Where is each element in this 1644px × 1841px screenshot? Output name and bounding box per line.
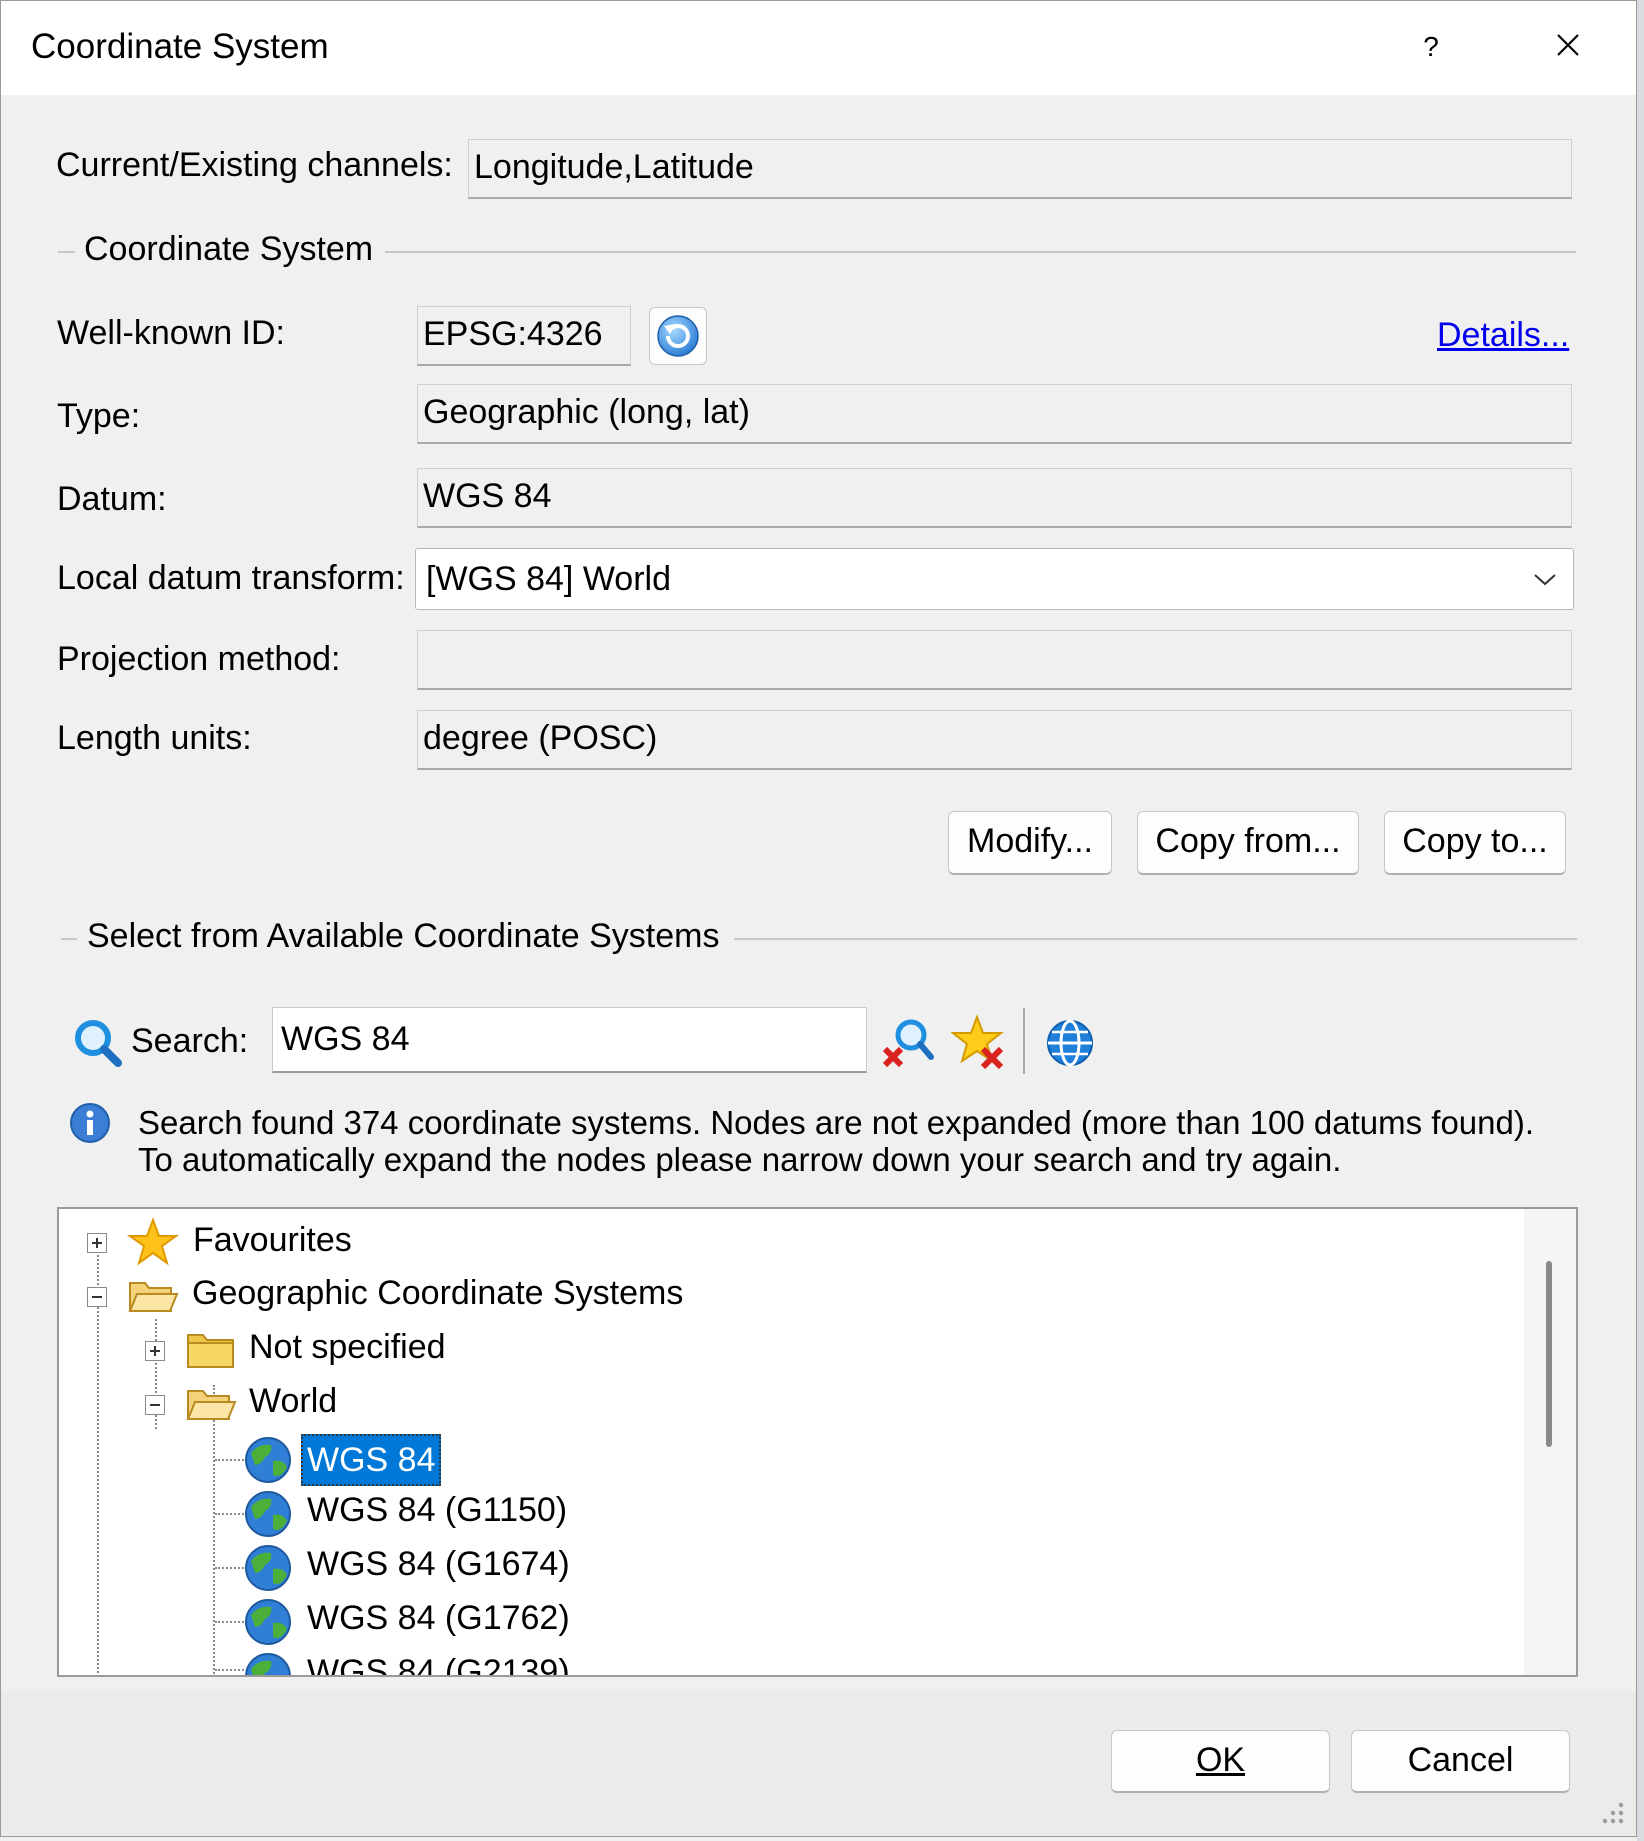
info-message-line1: Search found 374 coordinate systems. Nod… bbox=[138, 1104, 1535, 1141]
open-folder-icon bbox=[128, 1282, 179, 1312]
channels-field: Longitude,Latitude bbox=[468, 139, 1572, 199]
globe-icon bbox=[245, 1653, 291, 1675]
local-datum-label: Local datum transform: bbox=[57, 559, 405, 597]
title-bar: Coordinate System ? bbox=[1, 1, 1636, 95]
group-line-right bbox=[385, 251, 1576, 253]
reset-wkid-button[interactable] bbox=[649, 307, 707, 365]
clear-search-icon[interactable] bbox=[879, 1013, 937, 1071]
globe-icon bbox=[245, 1437, 291, 1483]
tree-item-wgs84-g1762[interactable]: WGS 84 (G1762) bbox=[307, 1599, 570, 1638]
tree-connector bbox=[97, 1247, 99, 1675]
help-button[interactable]: ? bbox=[1411, 25, 1451, 69]
tree-item-wgs84-selected[interactable]: WGS 84 bbox=[301, 1434, 442, 1486]
details-link[interactable]: Details... bbox=[1437, 316, 1569, 355]
tree-item-wgs84-g1674[interactable]: WGS 84 (G1674) bbox=[307, 1545, 570, 1584]
info-message-line2: To automatically expand the nodes please… bbox=[138, 1141, 1342, 1178]
datum-field: WGS 84 bbox=[417, 468, 1572, 528]
tree-item-wgs84-g2139[interactable]: WGS 84 (G2139) bbox=[307, 1653, 570, 1675]
copy-to-button[interactable]: Copy to... bbox=[1384, 811, 1566, 875]
plus-icon bbox=[150, 1346, 160, 1356]
ok-button[interactable]: OK bbox=[1111, 1730, 1330, 1793]
expand-not-specified-button[interactable] bbox=[145, 1341, 165, 1361]
chevron-down-icon bbox=[1534, 574, 1556, 586]
tree-item-wgs84-g1150[interactable]: WGS 84 (G1150) bbox=[307, 1491, 567, 1530]
background-window-edge bbox=[1637, 0, 1644, 1841]
window-title: Coordinate System bbox=[31, 27, 329, 66]
type-field: Geographic (long, lat) bbox=[417, 384, 1572, 444]
globe-icon bbox=[245, 1545, 291, 1591]
cancel-button[interactable]: Cancel bbox=[1351, 1730, 1570, 1793]
globe-icon bbox=[245, 1599, 291, 1645]
type-label: Type: bbox=[57, 397, 141, 435]
select-group-line-left bbox=[61, 938, 77, 940]
tree-scrollbar-thumb[interactable] bbox=[1546, 1261, 1552, 1447]
units-label: Length units: bbox=[57, 719, 252, 757]
folder-icon bbox=[187, 1334, 234, 1368]
local-datum-dropdown[interactable]: [WGS 84] World bbox=[415, 548, 1574, 610]
group-line-left bbox=[58, 251, 75, 253]
minus-icon bbox=[92, 1296, 102, 1298]
local-datum-value: [WGS 84] World bbox=[426, 560, 671, 598]
channels-label: Current/Existing channels: bbox=[56, 146, 453, 184]
globe-icon[interactable] bbox=[1044, 1017, 1096, 1069]
close-button[interactable] bbox=[1546, 23, 1590, 67]
remove-favourite-icon[interactable] bbox=[951, 1013, 1009, 1071]
resize-grip-icon[interactable] bbox=[1597, 1797, 1627, 1827]
tree-item-not-specified[interactable]: Not specified bbox=[249, 1328, 446, 1367]
wkid-label: Well-known ID: bbox=[57, 314, 285, 352]
projection-field bbox=[417, 630, 1572, 690]
tree-item-favourites[interactable]: Favourites bbox=[193, 1221, 352, 1260]
units-field: degree (POSC) bbox=[417, 710, 1572, 770]
collapse-geographic-button[interactable] bbox=[87, 1287, 107, 1307]
modify-button[interactable]: Modify... bbox=[948, 811, 1112, 875]
tree-item-geographic[interactable]: Geographic Coordinate Systems bbox=[192, 1274, 683, 1313]
select-group-title: Select from Available Coordinate Systems bbox=[87, 917, 720, 955]
tree-connector bbox=[213, 1385, 215, 1675]
info-icon bbox=[70, 1103, 110, 1143]
coordinate-system-tree[interactable]: Favourites Geographic Coordinate Systems… bbox=[57, 1207, 1578, 1677]
search-input[interactable]: WGS 84 bbox=[272, 1007, 867, 1073]
globe-icon bbox=[245, 1491, 291, 1537]
search-icon bbox=[75, 1020, 122, 1067]
wkid-field[interactable]: EPSG:4326 bbox=[417, 306, 631, 366]
search-label: Search: bbox=[131, 1022, 249, 1060]
copy-from-button[interactable]: Copy from... bbox=[1137, 811, 1359, 875]
search-input-value: WGS 84 bbox=[281, 1020, 410, 1058]
close-icon bbox=[1557, 34, 1579, 56]
projection-label: Projection method: bbox=[57, 640, 341, 678]
toolbar-separator bbox=[1023, 1008, 1025, 1074]
refresh-icon bbox=[657, 315, 699, 357]
tree-item-world[interactable]: World bbox=[249, 1382, 337, 1421]
coordinate-system-dialog: Coordinate System ? Current/Existing cha… bbox=[0, 0, 1637, 1837]
coordinate-system-group-title: Coordinate System bbox=[84, 230, 374, 268]
star-icon bbox=[127, 1217, 179, 1266]
select-group-line-right bbox=[734, 938, 1577, 940]
datum-label: Datum: bbox=[57, 480, 167, 518]
tree-scrollbar[interactable] bbox=[1524, 1209, 1576, 1675]
plus-icon bbox=[92, 1238, 102, 1248]
collapse-world-button[interactable] bbox=[145, 1395, 165, 1415]
expand-favourites-button[interactable] bbox=[87, 1233, 107, 1253]
open-folder-icon bbox=[186, 1390, 237, 1420]
minus-icon bbox=[150, 1404, 160, 1406]
